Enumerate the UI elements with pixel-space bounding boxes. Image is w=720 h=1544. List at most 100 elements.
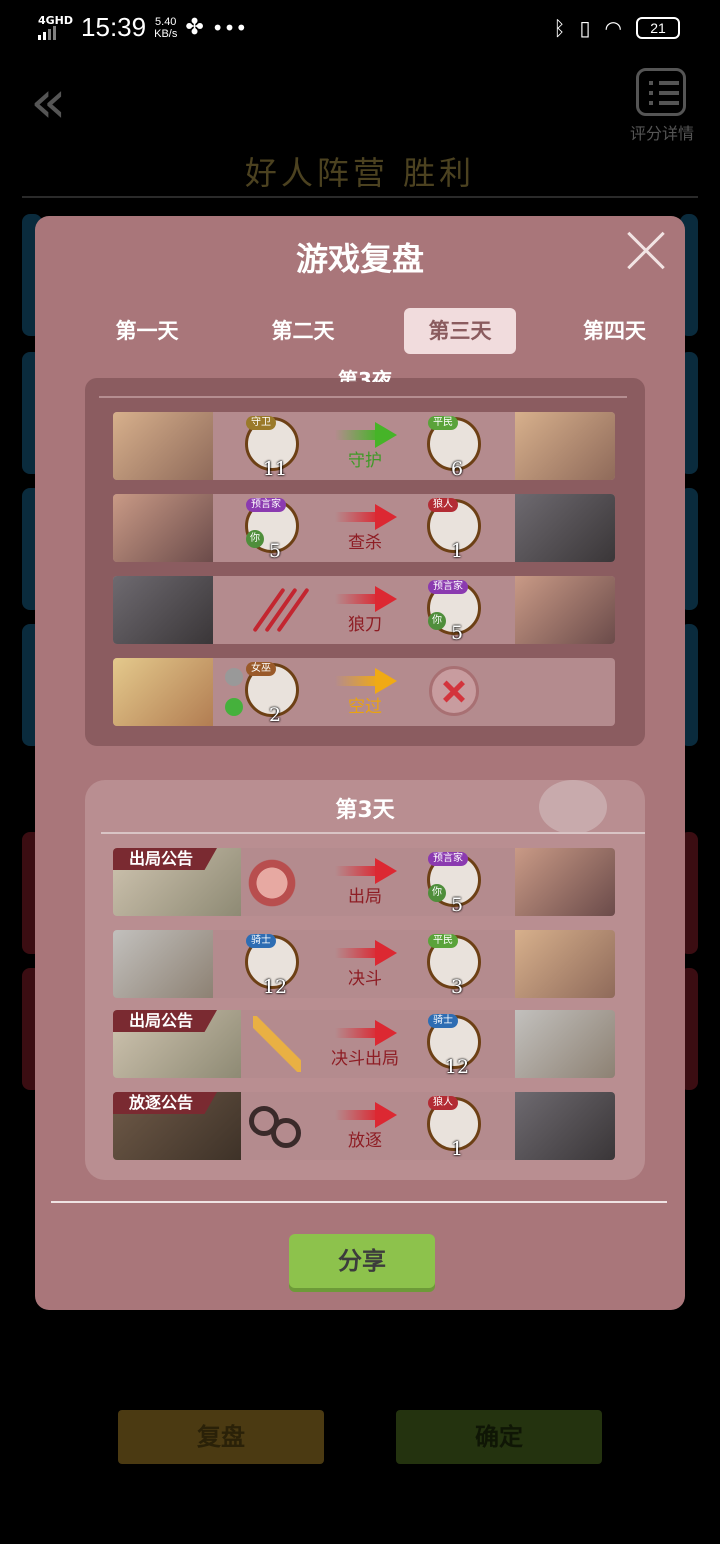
skull-icon (245, 856, 299, 910)
modal-title: 游戏复盘 (295, 240, 424, 278)
role-badge: 守卫 (246, 416, 276, 430)
role-badge: 预言家 (428, 580, 468, 594)
arrow-icon (335, 422, 397, 448)
handcuffs-icon (245, 1104, 301, 1148)
night-row-guard: 守卫 11 守护 平民 6 (113, 412, 615, 480)
vibrate-icon: ▯ (579, 16, 591, 40)
role-badge: 女巫 (246, 662, 276, 676)
confirm-button[interactable]: 确定 (396, 1410, 602, 1464)
claw-icon (252, 584, 310, 636)
player-avatar[interactable]: 预言家 你 5 (245, 498, 299, 562)
review-button[interactable]: 复盘 (118, 1410, 324, 1464)
sword-icon (253, 1016, 301, 1072)
role-badge: 平民 (428, 416, 458, 430)
character-portrait (515, 576, 615, 644)
seat-number: 5 (268, 540, 282, 562)
share-button[interactable]: 分享 (289, 1234, 435, 1288)
network-speed: 5.40 KB/s (154, 16, 177, 40)
speed-unit: KB/s (154, 27, 178, 40)
signal-indicator: 4GHD (38, 15, 73, 40)
day-row-duel-out: 出局公告 决斗出局 骑士 12 (113, 1010, 615, 1078)
seat-number: 12 (262, 976, 288, 998)
action-label: 出局 (348, 887, 382, 907)
divider (99, 396, 627, 398)
action-label: 放逐 (348, 1131, 382, 1151)
action-label: 空过 (348, 697, 382, 717)
character-portrait (515, 848, 615, 916)
antidote-icon (225, 698, 243, 716)
player-avatar[interactable]: 平民 6 (427, 416, 481, 480)
announcement-label: 出局公告 (113, 848, 218, 870)
close-icon[interactable] (625, 230, 667, 272)
arrow-icon (335, 1102, 397, 1128)
divider (51, 1201, 667, 1203)
score-details-icon[interactable] (636, 68, 686, 116)
skip-icon (429, 666, 479, 716)
action-label: 决斗 (348, 969, 382, 989)
player-avatar[interactable]: 平民 3 (427, 934, 481, 998)
character-portrait (515, 1010, 615, 1078)
role-badge: 狼人 (428, 1096, 458, 1110)
night-row-seer: 预言家 你 5 查杀 狼人 1 (113, 494, 615, 562)
tab-day-1[interactable]: 第一天 (91, 308, 203, 354)
arrow-icon (335, 858, 397, 884)
player-avatar[interactable]: 骑士 12 (427, 1014, 481, 1078)
player-avatar[interactable]: 守卫 11 (245, 416, 299, 480)
role-badge: 骑士 (428, 1014, 458, 1028)
character-portrait (113, 412, 213, 480)
night-title: 第3夜 (338, 368, 392, 382)
role-badge: 预言家 (428, 852, 468, 866)
arrow-icon (335, 940, 397, 966)
seat-number: 11 (262, 458, 288, 480)
seat-number: 6 (450, 458, 464, 480)
arrow-icon (335, 668, 397, 694)
day-row-duel: 骑士 12 决斗 平民 3 (113, 930, 615, 998)
character-portrait (515, 930, 615, 998)
character-portrait (515, 494, 615, 562)
player-avatar[interactable]: 狼人 1 (427, 1096, 481, 1160)
player-avatar[interactable]: 预言家 你 5 (427, 580, 481, 644)
day-title: 第3天 (335, 798, 395, 823)
player-avatar[interactable]: 骑士 12 (245, 934, 299, 998)
tab-day-2[interactable]: 第二天 (247, 308, 359, 354)
tab-day-3[interactable]: 第三天 (404, 308, 516, 354)
role-badge: 平民 (428, 934, 458, 948)
wifi-icon: ◠ (604, 16, 622, 40)
arrow-icon (335, 586, 397, 612)
day-section: 第3天 出局公告 出局 预言家 你 5 骑士 12 决斗 平民 3 出局公告 决… (85, 780, 645, 1180)
player-avatar[interactable]: 预言家 你 5 (427, 852, 481, 916)
pinwheel-icon: ✤ (185, 15, 204, 40)
camp-result-title: 好人阵营 胜利 (244, 154, 476, 192)
speed-value: 5.40 (155, 15, 177, 28)
day-tabs: 第一天 第二天 第三天 第四天 (35, 308, 685, 354)
character-portrait (113, 658, 213, 726)
signal-icon (38, 26, 56, 40)
score-details-label[interactable]: 评分详情 (620, 120, 704, 144)
seat-number: 1 (450, 540, 464, 562)
seat-number: 3 (450, 976, 464, 998)
role-badge: 预言家 (246, 498, 286, 512)
bluetooth-icon: ᛒ (553, 16, 566, 40)
player-avatar[interactable]: 女巫 2 (245, 662, 299, 726)
status-bar: 4GHD 15:39 5.40 KB/s ✤ ••• ᛒ ▯ ◠ 21 (0, 0, 720, 56)
arrow-icon (335, 1020, 397, 1046)
character-portrait (515, 1092, 615, 1160)
character-portrait (113, 576, 213, 644)
player-avatar[interactable]: 狼人 1 (427, 498, 481, 562)
seat-number: 12 (444, 1056, 470, 1078)
seat-number: 5 (450, 894, 464, 916)
role-badge: 骑士 (246, 934, 276, 948)
back-icon[interactable]: « (30, 72, 80, 132)
game-review-modal: 游戏复盘 第一天 第二天 第三天 第四天 第3夜 守卫 11 守护 平民 6 预… (35, 216, 685, 1310)
character-portrait (113, 494, 213, 562)
seat-number: 2 (268, 704, 282, 726)
action-label: 狼刀 (348, 615, 382, 635)
day-row-out: 出局公告 出局 预言家 你 5 (113, 848, 615, 916)
network-type: 4GHD (38, 14, 74, 27)
action-label: 决斗出局 (331, 1049, 399, 1069)
arrow-icon (335, 504, 397, 530)
night-section: 第3夜 守卫 11 守护 平民 6 预言家 你 5 查杀 狼人 1 狼刀 预言家… (85, 368, 645, 746)
tab-day-4[interactable]: 第四天 (583, 308, 685, 354)
clock: 15:39 (81, 12, 147, 42)
announcement-label: 出局公告 (113, 1010, 218, 1032)
